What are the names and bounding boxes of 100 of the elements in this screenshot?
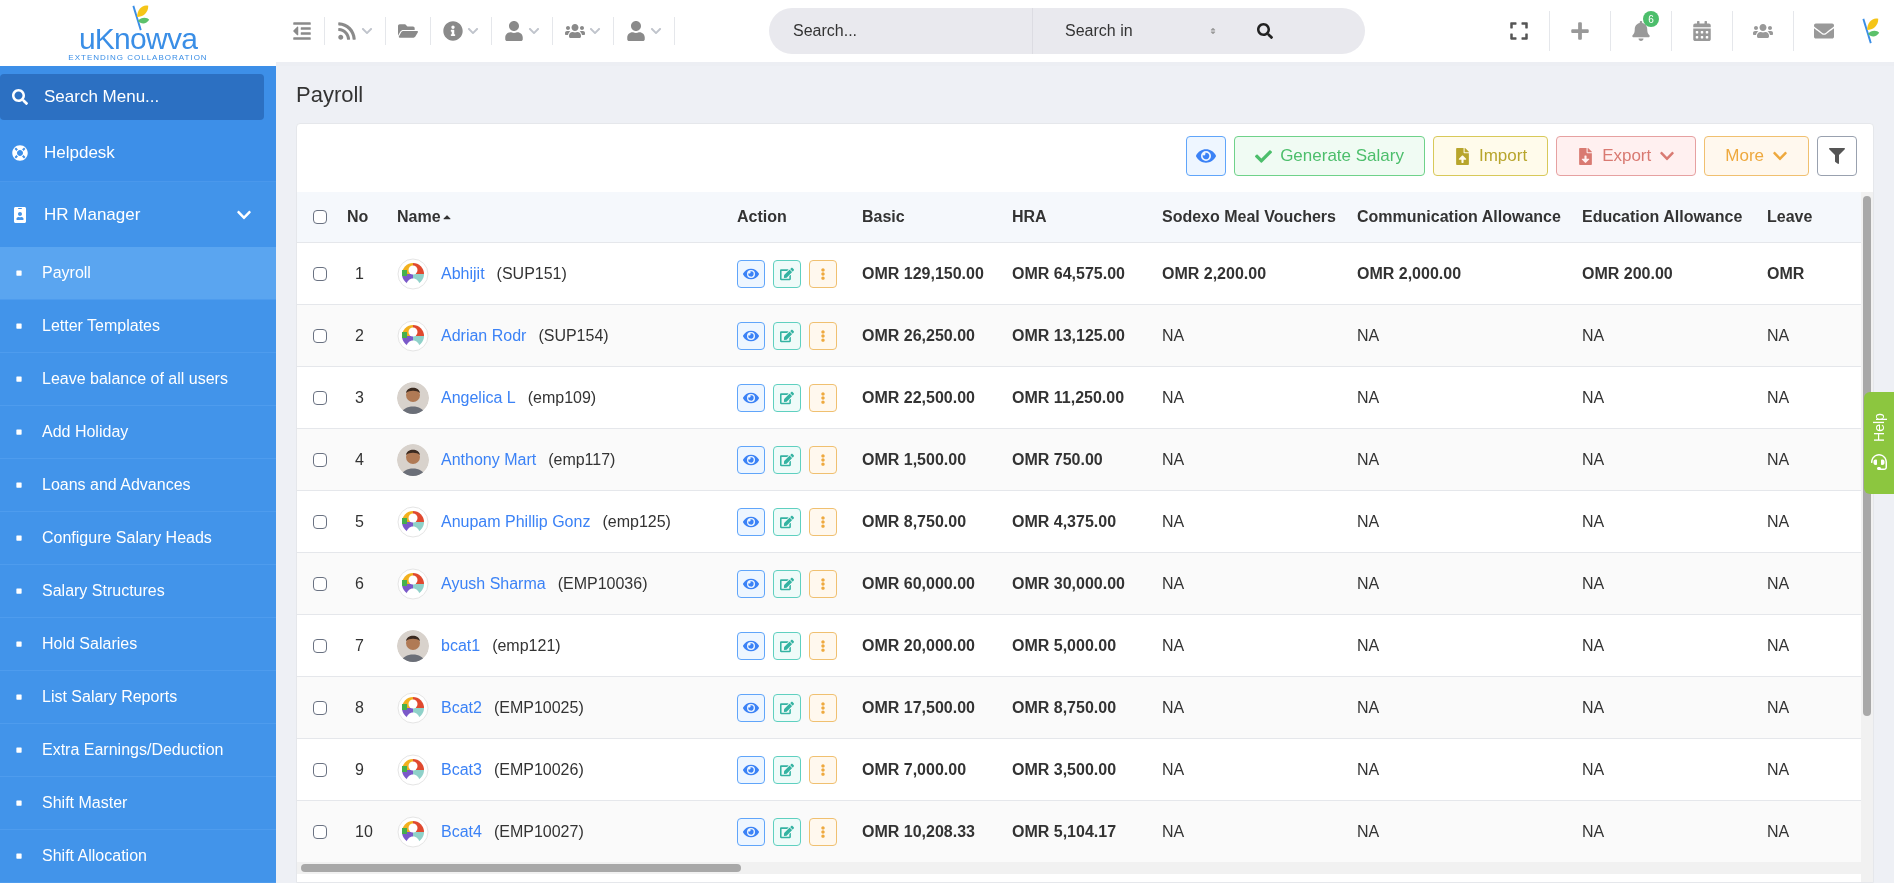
checkbox[interactable]: [313, 266, 327, 281]
column-header: Communication Allowance: [1357, 207, 1561, 227]
column-header: Sodexo Meal Vouchers: [1162, 207, 1336, 227]
view-button[interactable]: [737, 817, 765, 846]
checkbox[interactable]: [313, 576, 327, 591]
edit-button[interactable]: [773, 755, 801, 784]
users-button[interactable]: [565, 21, 601, 41]
checkbox[interactable]: [313, 514, 327, 529]
edit-button[interactable]: [773, 631, 801, 660]
edit-button[interactable]: [773, 693, 801, 722]
sidebar-subitem[interactable]: Hold Salaries: [0, 618, 276, 671]
filter-button[interactable]: [1817, 136, 1857, 176]
search-button[interactable]: [1249, 8, 1365, 54]
sidebar-subitem[interactable]: Shift Allocation: [0, 830, 276, 883]
info-button[interactable]: [443, 21, 479, 41]
employee-code: (EMP10026): [493, 759, 584, 780]
sidebar-group[interactable]: HR Manager: [0, 182, 276, 247]
view-button[interactable]: [1186, 136, 1227, 176]
view-button[interactable]: [737, 445, 765, 474]
checkbox[interactable]: [313, 700, 327, 715]
employee-name-link[interactable]: Ayush Sharma: [441, 571, 546, 596]
generate-salary-button[interactable]: Generate Salary: [1234, 136, 1425, 176]
avatar-icon: [397, 319, 429, 352]
user-button[interactable]: [504, 21, 540, 41]
edit-button[interactable]: [773, 321, 801, 350]
employee-name-link[interactable]: Anupam Phillip Gonz: [441, 509, 591, 534]
checkbox[interactable]: [313, 824, 327, 839]
column-header[interactable]: Name: [397, 205, 441, 229]
profile-button[interactable]: [626, 21, 662, 41]
checkbox[interactable]: [313, 390, 327, 405]
search-field[interactable]: Search...: [769, 8, 1033, 54]
feed-button[interactable]: [337, 21, 373, 41]
sidebar-subitem[interactable]: Shift Master: [0, 777, 276, 830]
more-button[interactable]: More: [1704, 136, 1809, 176]
employee-code: (emp125): [602, 511, 671, 532]
view-button[interactable]: [737, 321, 765, 350]
folder-button[interactable]: [398, 21, 418, 41]
employee-name-link[interactable]: bcat1: [441, 633, 481, 658]
employee-name-link[interactable]: Angelica L: [441, 385, 516, 410]
sidebar-subitem[interactable]: List Salary Reports: [0, 671, 276, 724]
search-scope-select[interactable]: Search in: [1033, 8, 1249, 54]
row-number: 2: [354, 325, 365, 346]
sidebar-subitem[interactable]: Leave balance of all users: [0, 353, 276, 406]
search-icon: [12, 89, 28, 105]
search-menu-field[interactable]: Search Menu...: [0, 74, 264, 120]
caret-icon: [528, 25, 540, 37]
help-tab[interactable]: Help: [1864, 392, 1894, 494]
view-button[interactable]: [737, 507, 765, 536]
checkbox[interactable]: [313, 328, 327, 343]
sidebar-subitem[interactable]: Letter Templates: [0, 300, 276, 353]
logo-wordmark: uKnowva: [78, 24, 198, 54]
folder-icon: [398, 21, 418, 41]
edit-button[interactable]: [773, 259, 801, 288]
employee-name-link[interactable]: Bcat4: [441, 819, 482, 844]
headset-icon: [1871, 453, 1887, 470]
export-button[interactable]: Export: [1556, 136, 1697, 176]
table-cell-text: OMR 30,000.00: [1012, 573, 1126, 594]
view-button[interactable]: [737, 693, 765, 722]
sidebar-subitem[interactable]: Salary Structures: [0, 565, 276, 618]
edit-button[interactable]: [773, 569, 801, 598]
employee-code: (emp121): [492, 635, 561, 656]
sidebar-subitem[interactable]: Loans and Advances: [0, 459, 276, 512]
table-cell-text: NA: [1582, 635, 1606, 656]
table-cell-text: NA: [1162, 449, 1186, 470]
sidebar-subitem[interactable]: Extra Earnings/Deduction: [0, 724, 276, 777]
checkbox[interactable]: [313, 452, 327, 467]
employee-name-link[interactable]: Abhijit: [441, 261, 485, 286]
checkbox[interactable]: [313, 762, 327, 777]
view-button[interactable]: [737, 631, 765, 660]
view-button[interactable]: [737, 383, 765, 412]
employee-name-link[interactable]: Adrian Rodr: [441, 323, 527, 348]
row-number: 7: [354, 635, 365, 656]
sidebar-subitem[interactable]: Payroll: [0, 247, 276, 300]
users-icon: [1753, 21, 1773, 41]
sidebar-subitem[interactable]: Add Holiday: [0, 406, 276, 459]
table-cell-text: NA: [1162, 325, 1186, 346]
edit-icon: [780, 514, 794, 529]
edit-icon: [780, 328, 794, 343]
horizontal-scrollbar[interactable]: [301, 864, 741, 872]
edit-button[interactable]: [773, 817, 801, 846]
import-button[interactable]: Import: [1432, 136, 1549, 176]
employee-name-link[interactable]: Bcat2: [441, 695, 482, 720]
view-button[interactable]: [737, 259, 765, 288]
employee-name-link[interactable]: Bcat3: [441, 757, 482, 782]
table-cell-text: OMR 5,104.17: [1012, 821, 1118, 842]
notifications-button[interactable]: [1631, 21, 1651, 41]
view-button[interactable]: [737, 569, 765, 598]
sidebar-subitem[interactable]: Configure Salary Heads: [0, 512, 276, 565]
employee-name-link[interactable]: Anthony Mart: [441, 447, 537, 472]
table-cell-text: OMR 13,125.00: [1012, 325, 1126, 346]
view-button[interactable]: [737, 755, 765, 784]
table-cell-text: OMR 3,500.00: [1012, 759, 1118, 780]
edit-button[interactable]: [773, 507, 801, 536]
checkbox[interactable]: [313, 210, 327, 224]
checkbox[interactable]: [313, 638, 327, 653]
collapse-menu-button[interactable]: [292, 21, 312, 41]
column-header: Leave: [1767, 207, 1813, 227]
edit-button[interactable]: [773, 383, 801, 412]
sort-arrows-icon: [1209, 27, 1217, 35]
edit-button[interactable]: [773, 445, 801, 474]
